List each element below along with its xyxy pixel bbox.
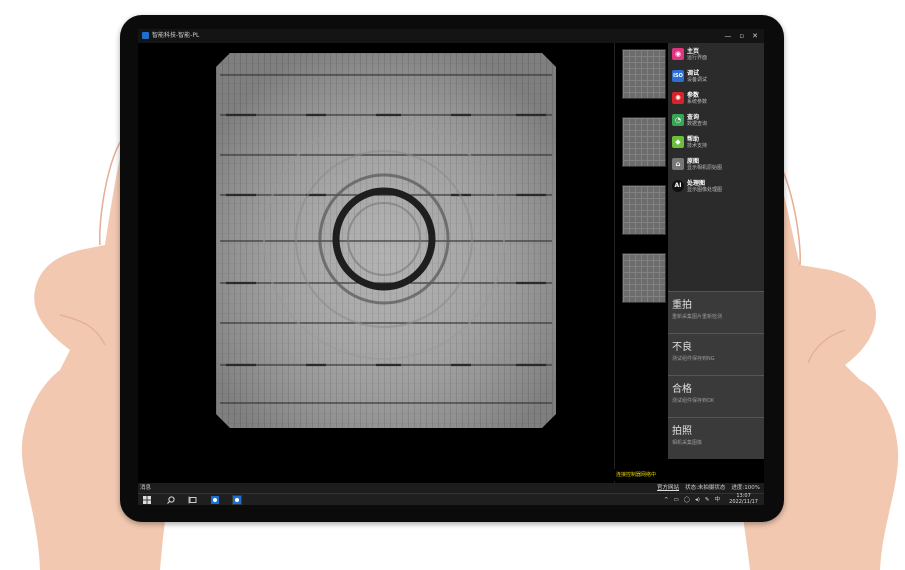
camera-icon: ◉ (672, 48, 684, 60)
thumbnail[interactable] (622, 49, 666, 99)
query-icon: ◔ (672, 114, 684, 126)
task-view-icon[interactable] (188, 495, 198, 505)
retake-button[interactable]: 重拍 重新采集图片重新检测 (668, 291, 764, 333)
menu-item-processed-image[interactable]: AI 处理图 显示图像处理图 (668, 175, 764, 205)
side-menu: ◉ 主页 运行界面 ISO 调试 设备调试 ✺ 参数 系统参数 ◔ 查询 数据查… (668, 43, 764, 291)
windows-taskbar: ^ ▭ ◯ ◂) ✎ 中 13:07 2022/11/17 (138, 493, 764, 505)
website-link[interactable]: 官方网站 (657, 483, 679, 493)
status-progress: 进度:100% (731, 485, 760, 491)
capture-button[interactable]: 拍照 相机采集图像 (668, 417, 764, 459)
pass-button[interactable]: 合格 测试组件保存到OK (668, 375, 764, 417)
thumbnail[interactable] (622, 253, 666, 303)
app-screen: 智能科技-智能-PL — ▫ ✕ ◉ 主页 运行界面 ISO 调试 设备调试 ✺… (138, 29, 764, 505)
window-title: 智能科技-智能-PL (152, 32, 200, 39)
battery-icon[interactable]: ▭ (674, 494, 679, 505)
status-state: 状态:未拍摄状态 (685, 485, 726, 491)
maximize-button[interactable]: ▫ (739, 29, 744, 43)
home-icon: ⌂ (672, 158, 684, 170)
pen-icon[interactable]: ✎ (705, 494, 710, 505)
status-message: 消息 (140, 485, 152, 491)
chevron-up-icon[interactable]: ^ (664, 494, 669, 505)
input-language[interactable]: 中 (714, 494, 720, 505)
minimize-button[interactable]: — (724, 29, 731, 43)
volume-icon[interactable]: ◂) (695, 494, 700, 505)
iso-icon: ISO (672, 70, 684, 82)
close-button[interactable]: ✕ (752, 29, 758, 43)
title-bar: 智能科技-智能-PL — ▫ ✕ (138, 29, 764, 43)
parameter-icon: ✺ (672, 92, 684, 104)
app-taskbar-icon[interactable] (232, 495, 242, 505)
status-bar: 消息 官方网站 状态:未拍摄状态 进度:100% (138, 483, 764, 493)
thumbnail[interactable] (622, 117, 666, 167)
windows-start-icon[interactable] (142, 495, 152, 505)
ai-icon: AI (672, 180, 684, 192)
tablet-device: 智能科技-智能-PL — ▫ ✕ ◉ 主页 运行界面 ISO 调试 设备调试 ✺… (120, 15, 784, 522)
el-image-view (138, 43, 614, 483)
connection-message: 连接控制器网络中 (614, 469, 764, 481)
taskbar-clock[interactable]: 13:07 2022/11/17 (729, 493, 758, 505)
solar-panel-el-image (216, 53, 556, 428)
thumbnail-strip (614, 43, 669, 483)
app-taskbar-icon[interactable] (210, 495, 220, 505)
thumbnail[interactable] (622, 185, 666, 235)
action-panel: 重拍 重新采集图片重新检测 不良 测试组件保存到NG 合格 测试组件保存到OK … (668, 291, 764, 459)
defective-button[interactable]: 不良 测试组件保存到NG (668, 333, 764, 375)
search-icon[interactable] (166, 495, 176, 505)
app-icon (142, 32, 149, 39)
help-icon: ◆ (672, 136, 684, 148)
network-icon[interactable]: ◯ (684, 494, 690, 505)
